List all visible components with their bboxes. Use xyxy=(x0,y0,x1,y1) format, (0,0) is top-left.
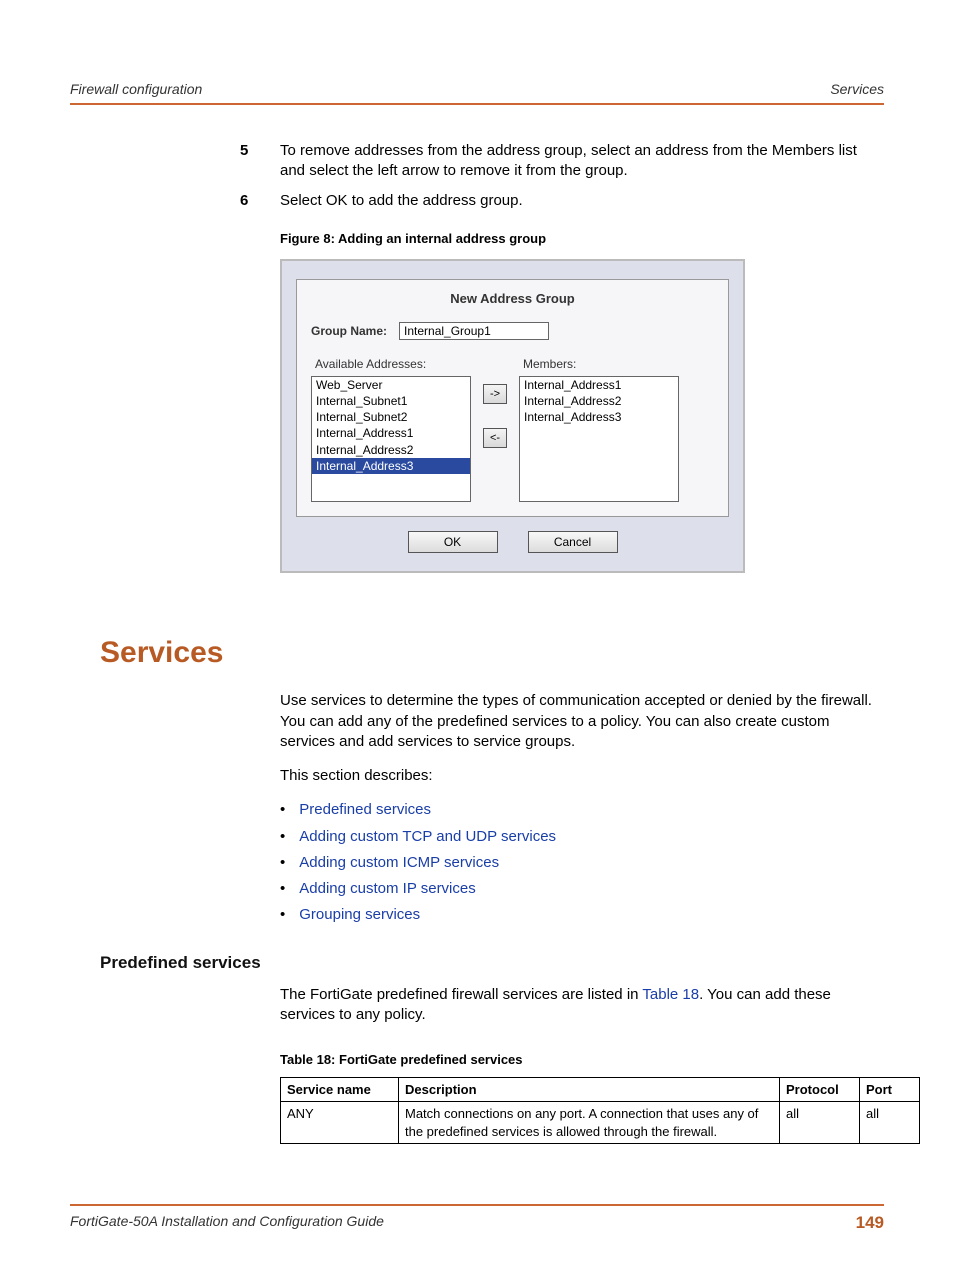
cell-port: all xyxy=(860,1102,920,1144)
link-table-18[interactable]: Table 18 xyxy=(642,986,699,1003)
step-text: To remove addresses from the address gro… xyxy=(280,141,884,182)
figure-caption: Figure 8: Adding an internal address gro… xyxy=(280,230,884,248)
list-item-selected[interactable]: Internal_Address3 xyxy=(312,458,470,474)
group-name-label: Group Name: xyxy=(311,323,387,339)
table-caption: Table 18: FortiGate predefined services xyxy=(280,1051,884,1069)
dialog-inner: New Address Group Group Name: Available … xyxy=(296,279,729,517)
link-custom-icmp[interactable]: Adding custom ICMP services xyxy=(299,854,499,871)
available-label: Available Addresses: xyxy=(315,356,471,372)
cancel-button[interactable]: Cancel xyxy=(528,531,618,553)
subsection-title-predefined: Predefined services xyxy=(100,952,884,975)
link-custom-tcp-udp[interactable]: Adding custom TCP and UDP services xyxy=(299,828,556,845)
footer-page-number: 149 xyxy=(856,1212,884,1235)
available-column: Available Addresses: Web_Server Internal… xyxy=(311,356,471,502)
dialog-button-row: OK Cancel xyxy=(296,531,729,553)
link-list: Predefined services Adding custom TCP an… xyxy=(280,800,884,925)
link-custom-ip[interactable]: Adding custom IP services xyxy=(299,880,475,897)
table-row: ANY Match connections on any port. A con… xyxy=(281,1102,920,1144)
list-item[interactable]: Internal_Subnet2 xyxy=(312,409,470,425)
list-item[interactable]: Internal_Address1 xyxy=(312,425,470,441)
section-title-services: Services xyxy=(100,633,884,674)
predefined-services-table: Service name Description Protocol Port A… xyxy=(280,1077,920,1145)
link-predefined-services[interactable]: Predefined services xyxy=(299,801,431,818)
th-service-name: Service name xyxy=(281,1077,399,1102)
header-left: Firewall configuration xyxy=(70,80,202,99)
members-listbox[interactable]: Internal_Address1 Internal_Address2 Inte… xyxy=(519,376,679,502)
page-footer: FortiGate-50A Installation and Configura… xyxy=(70,1204,884,1235)
list-item[interactable]: Internal_Address3 xyxy=(520,409,678,425)
header-right: Services xyxy=(830,80,884,99)
step-list: 5 To remove addresses from the address g… xyxy=(240,141,884,212)
list-item[interactable]: Internal_Address2 xyxy=(520,393,678,409)
dialog-outer: New Address Group Group Name: Available … xyxy=(280,259,745,573)
list-item[interactable]: Internal_Address2 xyxy=(312,442,470,458)
step-item: 5 To remove addresses from the address g… xyxy=(240,141,884,182)
paragraph: Use services to determine the types of c… xyxy=(280,691,884,752)
page-header: Firewall configuration Services xyxy=(70,80,884,105)
step-item: 6 Select OK to add the address group. xyxy=(240,191,884,211)
step-number: 6 xyxy=(240,191,280,211)
step-text: Select OK to add the address group. xyxy=(280,191,884,211)
available-listbox[interactable]: Web_Server Internal_Subnet1 Internal_Sub… xyxy=(311,376,471,502)
list-item[interactable]: Internal_Address1 xyxy=(520,377,678,393)
th-port: Port xyxy=(860,1077,920,1102)
text-span: The FortiGate predefined firewall servic… xyxy=(280,986,642,1003)
cell-service-name: ANY xyxy=(281,1102,399,1144)
group-name-row: Group Name: xyxy=(311,322,714,340)
cell-description: Match connections on any port. A connect… xyxy=(399,1102,780,1144)
th-description: Description xyxy=(399,1077,780,1102)
table-header-row: Service name Description Protocol Port xyxy=(281,1077,920,1102)
th-protocol: Protocol xyxy=(780,1077,860,1102)
link-grouping-services[interactable]: Grouping services xyxy=(299,906,420,923)
arrow-column: -> <- xyxy=(483,356,507,448)
group-name-input[interactable] xyxy=(399,322,549,340)
members-column: Members: Internal_Address1 Internal_Addr… xyxy=(519,356,679,502)
members-label: Members: xyxy=(523,356,679,372)
dialog-title: New Address Group xyxy=(311,290,714,308)
list-item[interactable]: Internal_Subnet1 xyxy=(312,393,470,409)
move-left-button[interactable]: <- xyxy=(483,428,507,448)
list-item[interactable]: Web_Server xyxy=(312,377,470,393)
lists-row: Available Addresses: Web_Server Internal… xyxy=(311,356,714,502)
ok-button[interactable]: OK xyxy=(408,531,498,553)
move-right-button[interactable]: -> xyxy=(483,384,507,404)
cell-protocol: all xyxy=(780,1102,860,1144)
paragraph: The FortiGate predefined firewall servic… xyxy=(280,985,884,1026)
footer-guide-title: FortiGate-50A Installation and Configura… xyxy=(70,1212,384,1235)
paragraph: This section describes: xyxy=(280,766,884,786)
step-number: 5 xyxy=(240,141,280,182)
